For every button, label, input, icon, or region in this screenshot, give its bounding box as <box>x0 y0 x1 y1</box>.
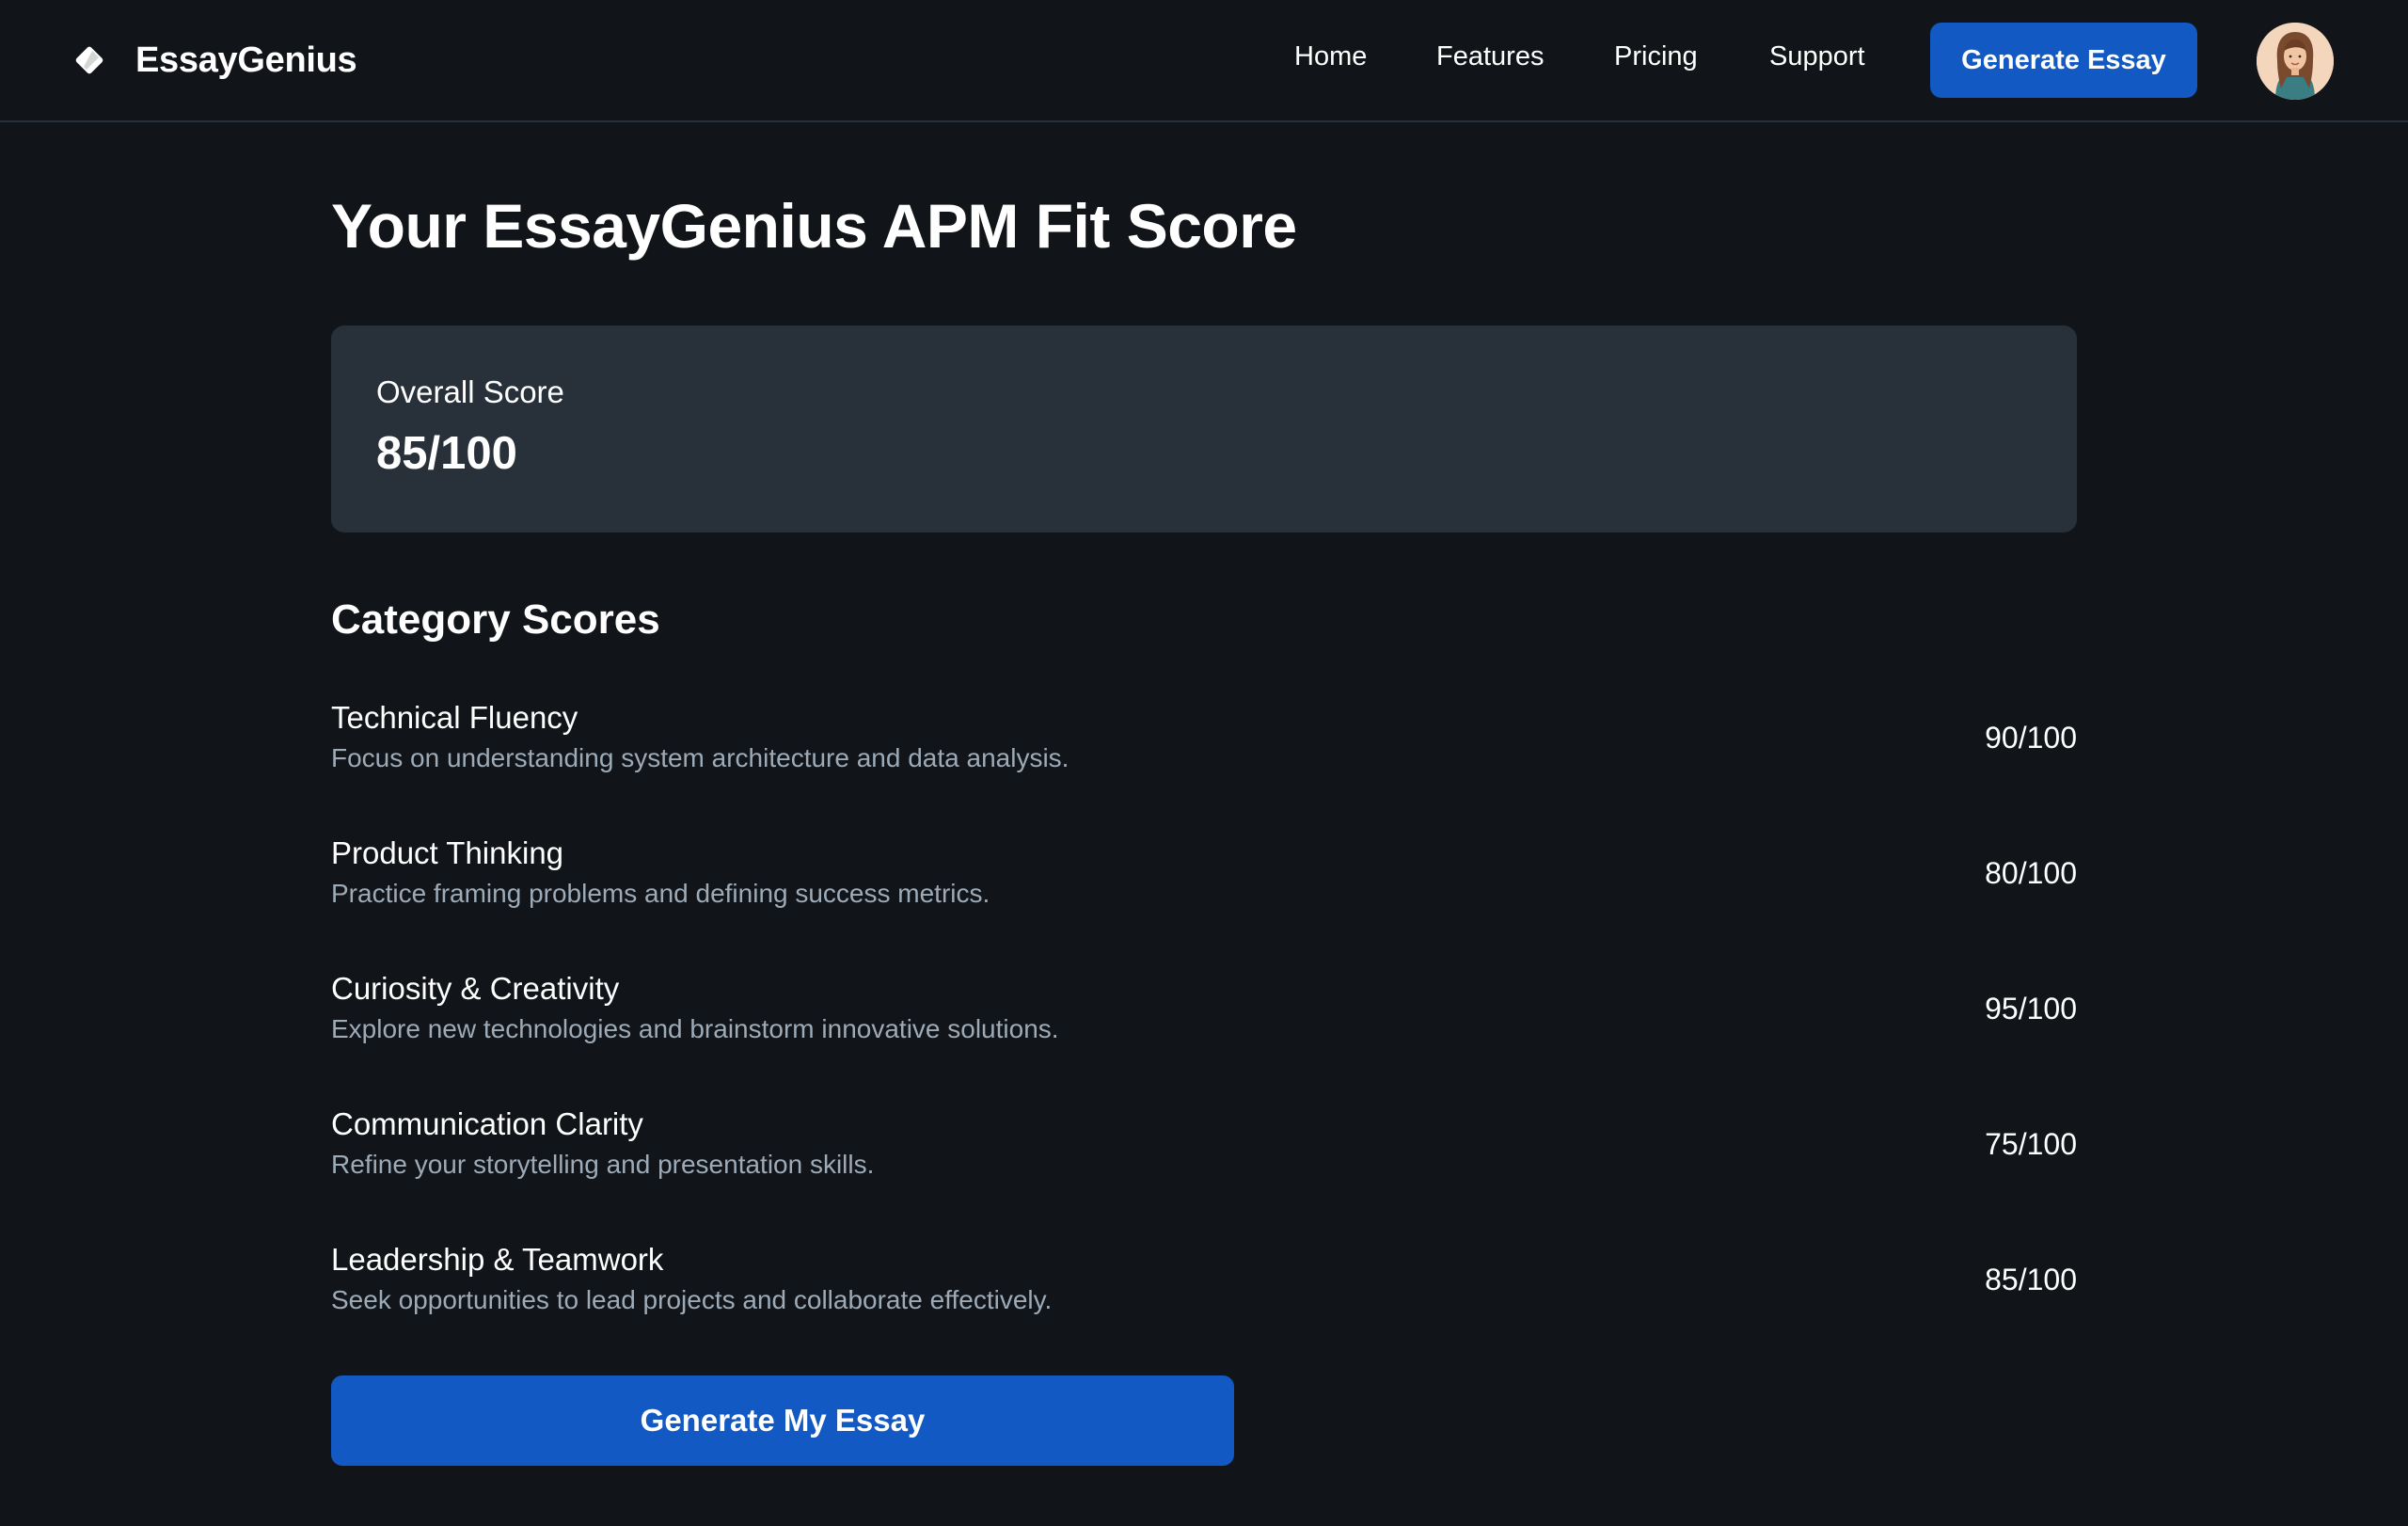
generate-essay-button[interactable]: Generate Essay <box>1930 23 2197 98</box>
category-name: Leadership & Teamwork <box>331 1242 664 1277</box>
overall-score-value: 85/100 <box>376 428 517 479</box>
page-title: Your EssayGenius APM Fit Score <box>331 191 1297 261</box>
category-name: Product Thinking <box>331 835 564 870</box>
category-score: 90/100 <box>1985 721 2077 755</box>
category-name: Technical Fluency <box>331 700 578 735</box>
category-score: 80/100 <box>1985 856 2077 890</box>
category-item-communication-clarity: Communication Clarity Refine your storyt… <box>331 1106 2077 1242</box>
nav-home[interactable]: Home <box>1294 41 1367 72</box>
category-description: Focus on understanding system architectu… <box>331 743 1069 772</box>
category-item-product-thinking: Product Thinking Practice framing proble… <box>331 835 2077 971</box>
nav-features[interactable]: Features <box>1436 41 1544 72</box>
category-score: 95/100 <box>1985 992 2077 1025</box>
category-name: Communication Clarity <box>331 1106 643 1141</box>
nav-pricing[interactable]: Pricing <box>1614 41 1698 72</box>
category-list: Technical Fluency Focus on understanding… <box>331 700 2077 1377</box>
overall-score-label: Overall Score <box>376 374 564 409</box>
category-name: Curiosity & Creativity <box>331 971 620 1006</box>
generate-my-essay-button[interactable]: Generate My Essay <box>331 1375 1234 1466</box>
category-item-technical-fluency: Technical Fluency Focus on understanding… <box>331 700 2077 835</box>
category-item-leadership-teamwork: Leadership & Teamwork Seek opportunities… <box>331 1242 2077 1377</box>
category-score: 75/100 <box>1985 1127 2077 1161</box>
top-nav-bar: EssayGenius Home Features Pricing Suppor… <box>0 0 2408 122</box>
overall-score-card: Overall Score 85/100 <box>331 326 2077 533</box>
category-description: Practice framing problems and defining s… <box>331 879 990 908</box>
category-description: Seek opportunities to lead projects and … <box>331 1285 1053 1314</box>
nav-support[interactable]: Support <box>1769 41 1865 72</box>
user-avatar[interactable] <box>2257 23 2334 100</box>
category-scores-title: Category Scores <box>331 596 660 643</box>
category-description: Refine your storytelling and presentatio… <box>331 1150 875 1179</box>
category-item-curiosity-creativity: Curiosity & Creativity Explore new techn… <box>331 971 2077 1106</box>
avatar-portrait-icon <box>2257 23 2334 100</box>
category-description: Explore new technologies and brainstorm … <box>331 1014 1059 1043</box>
category-score: 85/100 <box>1985 1263 2077 1296</box>
